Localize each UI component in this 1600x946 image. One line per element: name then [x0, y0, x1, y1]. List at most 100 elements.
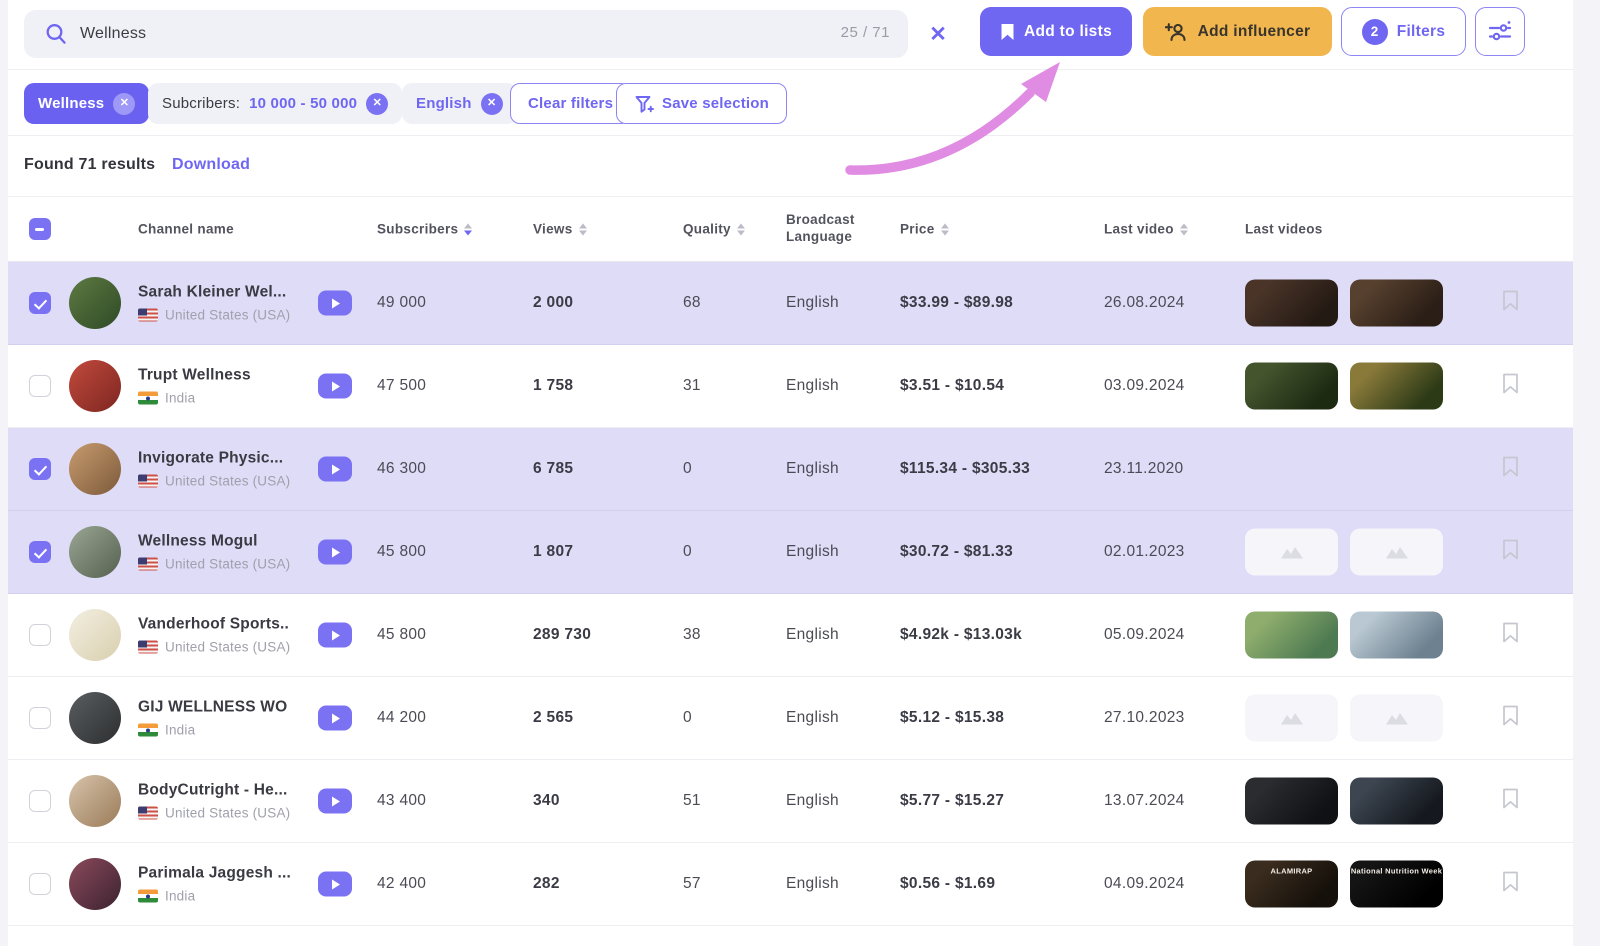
- channel-country: United States (USA): [138, 474, 314, 489]
- video-thumbnail[interactable]: [1350, 612, 1443, 659]
- channel-avatar[interactable]: [69, 443, 121, 495]
- subscribers-cell: 44 200: [377, 709, 426, 727]
- search-icon: [44, 22, 69, 47]
- table-row[interactable]: GIJ WELLNESS WO India 44 200 2 565 0 Eng…: [8, 677, 1573, 760]
- search-box[interactable]: 25 / 71: [24, 10, 908, 58]
- clear-filters-button[interactable]: Clear filters: [510, 83, 631, 124]
- channel-avatar[interactable]: [69, 526, 121, 578]
- youtube-play-button[interactable]: [318, 540, 352, 565]
- channel-name[interactable]: Sarah Kleiner Wel...: [138, 284, 314, 302]
- column-views[interactable]: Views: [533, 222, 587, 237]
- settings-sliders-button[interactable]: [1475, 7, 1525, 56]
- channel-name[interactable]: Wellness Mogul: [138, 533, 314, 551]
- table-row[interactable]: Wellness Mogul United States (USA) 45 80…: [8, 511, 1573, 594]
- add-influencer-button[interactable]: Add influencer: [1143, 7, 1332, 56]
- video-thumbnail[interactable]: [1245, 363, 1338, 410]
- language-cell: English: [786, 792, 839, 810]
- views-cell: 6 785: [533, 460, 573, 478]
- table-row[interactable]: Parimala Jaggesh ... India 42 400 282 57…: [8, 843, 1573, 926]
- channel-name[interactable]: GIJ WELLNESS WO: [138, 699, 314, 717]
- channel-name[interactable]: Trupt Wellness: [138, 367, 314, 385]
- youtube-play-button[interactable]: [318, 872, 352, 897]
- row-checkbox[interactable]: [29, 541, 51, 563]
- youtube-play-button[interactable]: [318, 374, 352, 399]
- row-checkbox[interactable]: [29, 707, 51, 729]
- bookmark-icon[interactable]: [1502, 871, 1519, 897]
- bookmark-icon[interactable]: [1502, 705, 1519, 731]
- table-row[interactable]: Trupt Wellness India 47 500 1 758 31 Eng…: [8, 345, 1573, 428]
- table-body: Sarah Kleiner Wel... United States (USA)…: [8, 262, 1573, 926]
- bookmark-icon[interactable]: [1502, 456, 1519, 482]
- youtube-play-button[interactable]: [318, 789, 352, 814]
- youtube-play-button[interactable]: [318, 457, 352, 482]
- row-checkbox[interactable]: [29, 292, 51, 314]
- youtube-play-button[interactable]: [318, 706, 352, 731]
- youtube-play-button[interactable]: [318, 623, 352, 648]
- channel-name[interactable]: Invigorate Physic...: [138, 450, 314, 468]
- thumbnail-placeholder-icon: [1245, 695, 1338, 742]
- video-thumbnail[interactable]: [1245, 778, 1338, 825]
- bookmark-icon[interactable]: [1502, 788, 1519, 814]
- views-cell: 2 000: [533, 294, 573, 312]
- channel-avatar[interactable]: [69, 277, 121, 329]
- clear-search-icon[interactable]: ✕: [922, 19, 954, 51]
- filter-chip-subscribers: Subcribers: 10 000 - 50 000 ✕: [148, 83, 402, 124]
- last-video-cell: 23.11.2020: [1104, 460, 1183, 478]
- channel-avatar[interactable]: [69, 858, 121, 910]
- channel-name[interactable]: Parimala Jaggesh ...: [138, 865, 314, 883]
- filter-chip-english: English ✕: [402, 83, 517, 124]
- channel-avatar[interactable]: [69, 692, 121, 744]
- column-subscribers[interactable]: Subscribers: [377, 222, 472, 237]
- save-selection-button[interactable]: Save selection: [616, 83, 787, 124]
- price-cell: $3.51 - $10.54: [900, 377, 1004, 395]
- row-checkbox[interactable]: [29, 873, 51, 895]
- views-cell: 1 758: [533, 377, 573, 395]
- last-video-cell: 13.07.2024: [1104, 792, 1185, 810]
- bookmark-icon[interactable]: [1502, 290, 1519, 316]
- app: 25 / 71 ✕ Add to lists Add influencer 2 …: [8, 0, 1573, 946]
- video-thumbnail[interactable]: ALAMIRAP: [1245, 861, 1338, 908]
- bookmark-icon[interactable]: [1502, 622, 1519, 648]
- language-cell: English: [786, 626, 839, 644]
- thumbs-cell: ALAMIRAP National Nutrition Week: [1245, 861, 1443, 908]
- column-last-video[interactable]: Last video: [1104, 222, 1188, 237]
- remove-chip-icon[interactable]: ✕: [481, 93, 503, 115]
- search-input[interactable]: [80, 10, 780, 58]
- price-cell: $5.12 - $15.38: [900, 709, 1004, 727]
- channel-avatar[interactable]: [69, 360, 121, 412]
- table-row[interactable]: Vanderhoof Sports.. United States (USA) …: [8, 594, 1573, 677]
- video-thumbnail[interactable]: [1350, 778, 1443, 825]
- select-all-checkbox[interactable]: [29, 218, 51, 240]
- bookmark-icon[interactable]: [1502, 539, 1519, 565]
- channel-avatar[interactable]: [69, 775, 121, 827]
- video-thumbnail[interactable]: National Nutrition Week: [1350, 861, 1443, 908]
- country-flag-icon: [138, 890, 158, 903]
- remove-chip-icon[interactable]: ✕: [366, 93, 388, 115]
- table-row[interactable]: BodyCutright - He... United States (USA)…: [8, 760, 1573, 843]
- video-thumbnail[interactable]: [1350, 280, 1443, 327]
- channel-avatar[interactable]: [69, 609, 121, 661]
- row-checkbox[interactable]: [29, 458, 51, 480]
- video-thumbnail[interactable]: [1350, 363, 1443, 410]
- channel-name[interactable]: BodyCutright - He...: [138, 782, 314, 800]
- table-row[interactable]: Sarah Kleiner Wel... United States (USA)…: [8, 262, 1573, 345]
- country-name: India: [165, 391, 195, 406]
- add-to-lists-button[interactable]: Add to lists: [980, 7, 1132, 56]
- download-link[interactable]: Download: [172, 156, 250, 174]
- filters-button[interactable]: 2 Filters: [1341, 7, 1466, 56]
- youtube-play-button[interactable]: [318, 291, 352, 316]
- row-checkbox[interactable]: [29, 375, 51, 397]
- table-row[interactable]: Invigorate Physic... United States (USA)…: [8, 428, 1573, 511]
- video-thumbnail[interactable]: [1245, 612, 1338, 659]
- column-quality[interactable]: Quality: [683, 222, 745, 237]
- video-thumbnail[interactable]: [1245, 280, 1338, 327]
- remove-chip-icon[interactable]: ✕: [113, 93, 135, 115]
- column-price[interactable]: Price: [900, 222, 949, 237]
- row-checkbox[interactable]: [29, 790, 51, 812]
- channel-info: GIJ WELLNESS WO India: [138, 699, 314, 738]
- channel-info: Parimala Jaggesh ... India: [138, 865, 314, 904]
- bookmark-icon[interactable]: [1502, 373, 1519, 399]
- thumbnail-caption: ALAMIRAP: [1245, 867, 1338, 876]
- channel-name[interactable]: Vanderhoof Sports..: [138, 616, 314, 634]
- row-checkbox[interactable]: [29, 624, 51, 646]
